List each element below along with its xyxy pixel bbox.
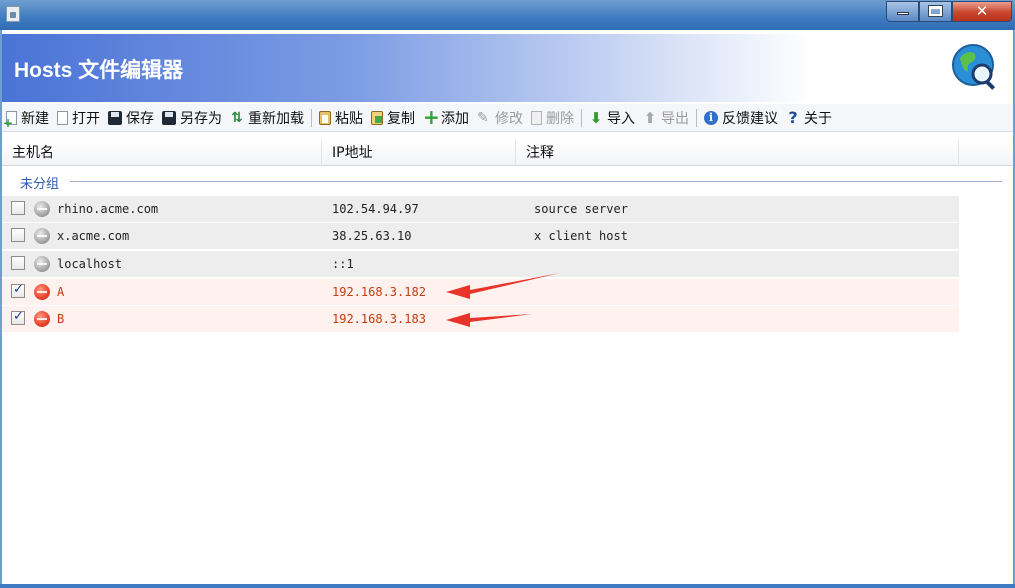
toolbar-feedback-button[interactable]: i 反馈建议 bbox=[700, 106, 782, 130]
header-banner: Hosts 文件编辑器 bbox=[2, 34, 1013, 102]
open-file-icon bbox=[57, 110, 68, 125]
cell-ip: ::1 bbox=[332, 257, 354, 271]
column-header-hostname[interactable]: 主机名 bbox=[2, 140, 322, 166]
status-off-icon bbox=[34, 256, 50, 272]
cell-ip: 38.25.63.10 bbox=[332, 229, 412, 243]
delete-icon bbox=[531, 110, 542, 125]
add-icon: + bbox=[423, 104, 440, 129]
group-label: 未分组 bbox=[20, 173, 66, 192]
status-off-icon bbox=[34, 201, 50, 217]
annotation-arrow-icon bbox=[446, 313, 532, 327]
save-disk-icon bbox=[108, 110, 122, 125]
cell-ip: 192.168.3.182 bbox=[332, 285, 426, 299]
app-icon bbox=[6, 6, 20, 22]
group-header: 未分组 bbox=[2, 170, 1003, 192]
maximize-icon bbox=[928, 5, 943, 17]
minimize-icon bbox=[896, 12, 909, 15]
toolbar-new-button[interactable]: 新建 bbox=[2, 106, 53, 130]
row-checkbox[interactable] bbox=[11, 282, 25, 298]
help-icon: ? bbox=[788, 107, 798, 127]
row-checkbox[interactable] bbox=[11, 201, 25, 215]
toolbar: 新建 打开 保存 另存为 ⇅重新加载 粘贴 复制 +添加 ✎修改 删除 ⬇导入 … bbox=[2, 104, 1013, 132]
toolbar-save-button[interactable]: 保存 bbox=[104, 106, 158, 130]
toolbar-export-button[interactable]: ⬆ 导出 bbox=[639, 106, 693, 130]
copy-icon bbox=[371, 110, 383, 125]
table-header: 主机名 IP地址 注释 bbox=[2, 140, 1013, 166]
status-off-icon bbox=[34, 228, 50, 244]
cell-hostname: A bbox=[57, 285, 65, 299]
cell-hostname: B bbox=[57, 312, 65, 326]
row-checkbox[interactable] bbox=[11, 256, 25, 270]
globe-magnifier-icon bbox=[952, 44, 996, 90]
toolbar-separator bbox=[696, 108, 697, 127]
cell-comment: source server bbox=[534, 202, 628, 216]
app-title: Hosts 文件编辑器 bbox=[14, 59, 184, 82]
edit-icon: ✎ bbox=[477, 109, 489, 126]
group-divider bbox=[70, 181, 1002, 182]
new-file-icon bbox=[3, 110, 17, 130]
info-icon: i bbox=[704, 110, 718, 125]
row-checkbox[interactable] bbox=[11, 228, 25, 242]
paste-icon bbox=[319, 110, 331, 125]
cell-hostname: rhino.acme.com bbox=[57, 202, 159, 216]
toolbar-add-button[interactable]: + 添加 bbox=[419, 106, 473, 130]
annotation-arrows bbox=[446, 273, 560, 327]
toolbar-separator bbox=[311, 108, 312, 127]
annotation-arrow-icon bbox=[446, 273, 560, 299]
toolbar-edit-button[interactable]: ✎ 修改 bbox=[473, 106, 527, 130]
table-row[interactable]: rhino.acme.com 102.54.94.97 source serve… bbox=[2, 196, 959, 222]
status-on-icon bbox=[34, 311, 50, 327]
toolbar-import-button[interactable]: ⬇ 导入 bbox=[585, 106, 639, 130]
toolbar-copy-button[interactable]: 复制 bbox=[367, 106, 419, 130]
column-header-ip[interactable]: IP地址 bbox=[322, 140, 516, 166]
toolbar-delete-button[interactable]: 删除 bbox=[527, 106, 578, 130]
table-row[interactable]: x.acme.com 38.25.63.10 x client host bbox=[2, 223, 959, 249]
save-as-disk-icon bbox=[162, 110, 176, 125]
toolbar-paste-button[interactable]: 粘贴 bbox=[315, 106, 367, 130]
toolbar-about-button[interactable]: ? 关于 bbox=[782, 106, 836, 130]
toolbar-reload-button[interactable]: ⇅ 重新加载 bbox=[226, 106, 308, 130]
toolbar-separator bbox=[581, 108, 582, 127]
row-checkbox[interactable] bbox=[11, 309, 25, 325]
reload-icon: ⇅ bbox=[231, 109, 243, 126]
cell-hostname: localhost bbox=[57, 257, 123, 271]
column-header-comment[interactable]: 注释 bbox=[516, 140, 959, 166]
close-button[interactable]: ✕ bbox=[952, 1, 1012, 22]
window-titlebar: ✕ bbox=[0, 0, 1015, 30]
status-on-icon bbox=[34, 284, 50, 300]
export-icon: ⬆ bbox=[643, 108, 657, 127]
cell-ip: 102.54.94.97 bbox=[332, 202, 419, 216]
toolbar-open-button[interactable]: 打开 bbox=[53, 106, 104, 130]
toolbar-save-as-button[interactable]: 另存为 bbox=[158, 106, 226, 130]
window-border-bottom bbox=[0, 584, 1015, 588]
minimize-button[interactable] bbox=[886, 1, 919, 22]
cell-comment: x client host bbox=[534, 229, 628, 243]
import-icon: ⬇ bbox=[589, 108, 603, 127]
cell-hostname: x.acme.com bbox=[57, 229, 130, 243]
cell-ip: 192.168.3.183 bbox=[332, 312, 426, 326]
maximize-button[interactable] bbox=[919, 1, 952, 22]
